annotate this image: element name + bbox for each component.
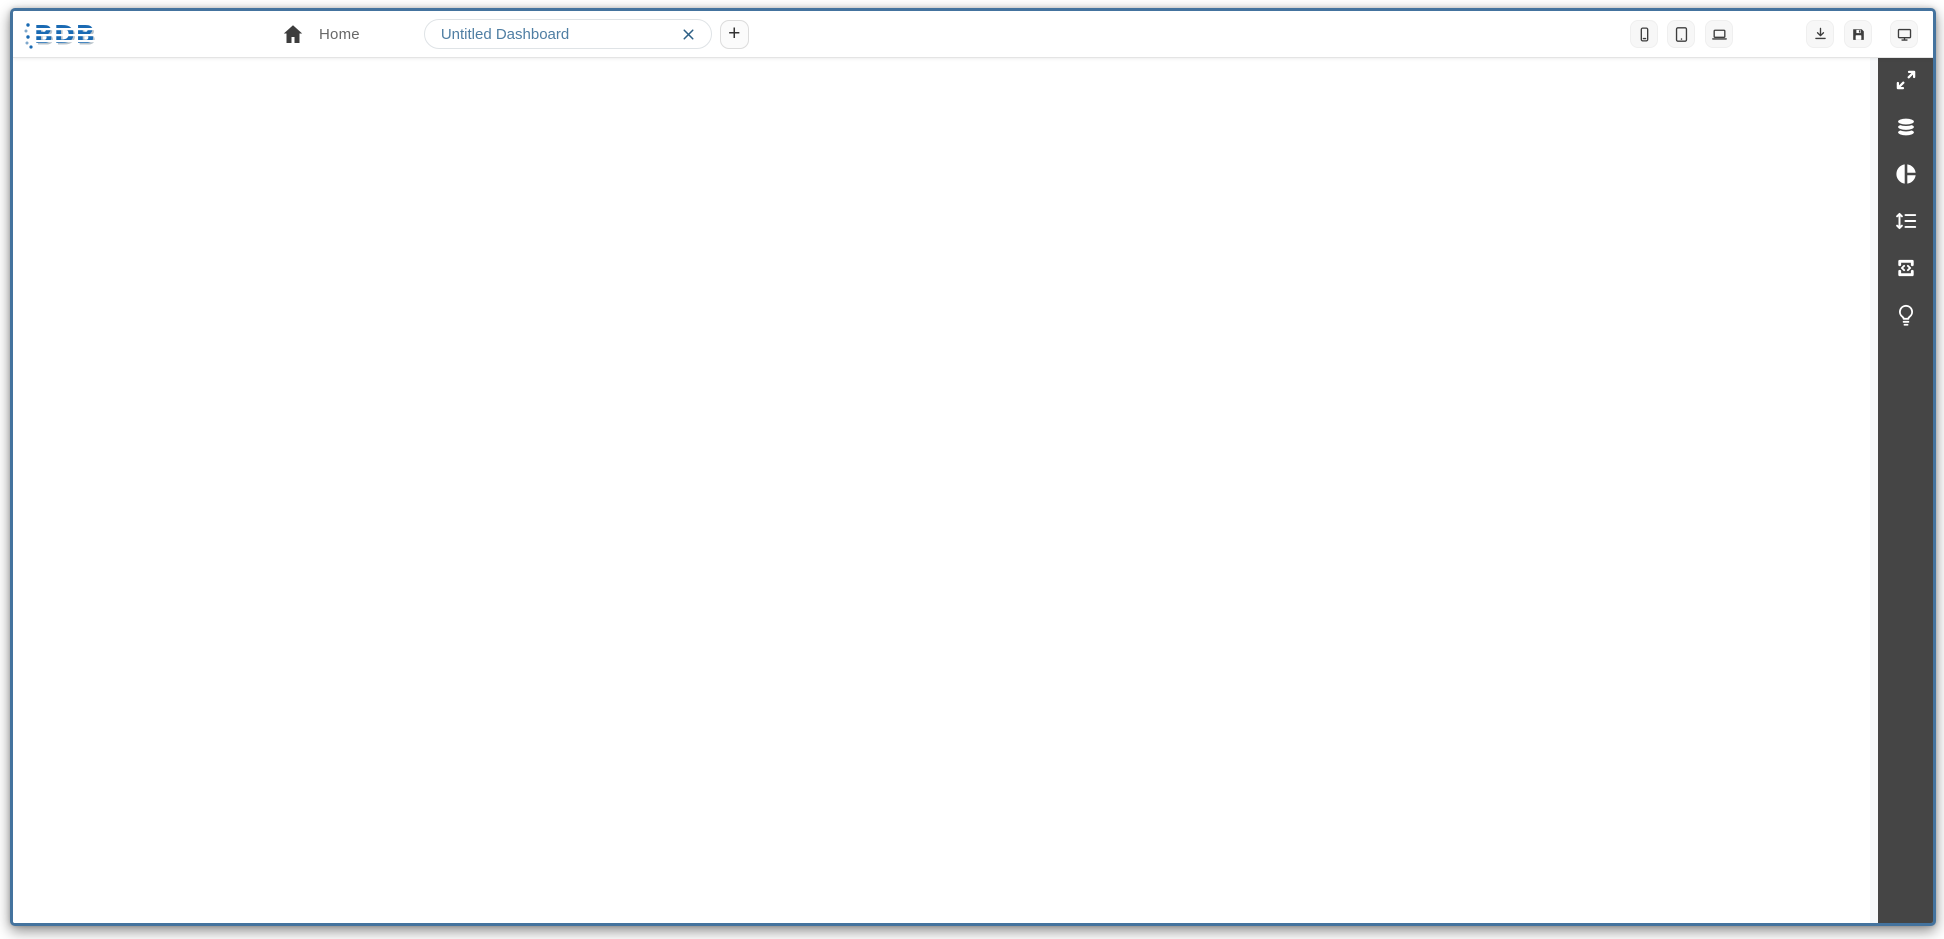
close-icon [683, 28, 694, 40]
home-nav[interactable]: Home [281, 22, 360, 46]
expand-icon [1896, 70, 1915, 90]
monitor-icon [1897, 28, 1911, 41]
export-button[interactable] [1806, 20, 1834, 48]
toolbar-item-expand[interactable] [1889, 65, 1923, 95]
bdb-logo[interactable]: BDB BDB [23, 16, 111, 52]
home-icon [283, 25, 303, 43]
right-toolbar [1878, 58, 1933, 923]
toolbar-item-script[interactable] [1889, 253, 1923, 283]
pie-chart-icon [1895, 164, 1916, 184]
add-tab-button[interactable]: + [719, 19, 749, 49]
lightbulb-icon [1898, 304, 1913, 326]
app-window: BDB BDB Home Untitled Dashboard + [10, 8, 1936, 926]
toolbar-item-component-list[interactable] [1889, 206, 1923, 236]
tablet-preview-button[interactable] [1667, 20, 1695, 48]
preview-desktop-button[interactable] [1890, 20, 1918, 48]
workspace [13, 58, 1933, 923]
toolbar-item-insights[interactable] [1889, 300, 1923, 330]
code-icon [1897, 259, 1914, 277]
mobile-icon [1640, 26, 1648, 42]
save-icon [1852, 28, 1864, 40]
toolbar-item-charts[interactable] [1889, 159, 1923, 189]
dashboard-canvas [13, 58, 1870, 923]
line-spacing-icon [1895, 212, 1916, 230]
tablet-icon [1675, 26, 1687, 42]
laptop-icon [1711, 29, 1727, 40]
top-bar: BDB BDB Home Untitled Dashboard + [13, 11, 1933, 58]
save-button[interactable] [1844, 20, 1872, 48]
toolbar-item-data-sources[interactable] [1889, 112, 1923, 142]
mobile-preview-button[interactable] [1630, 20, 1658, 48]
bdb-logo-icon: BDB BDB [24, 20, 111, 51]
close-tab-button[interactable] [679, 24, 699, 44]
database-icon [1896, 117, 1915, 137]
laptop-preview-button[interactable] [1705, 20, 1733, 48]
scrollbar-track [1870, 58, 1878, 923]
dashboard-tab[interactable]: Untitled Dashboard [423, 19, 712, 49]
home-label: Home [319, 25, 360, 43]
dashboard-tab-title: Untitled Dashboard [440, 25, 570, 43]
download-icon [1814, 27, 1826, 39]
